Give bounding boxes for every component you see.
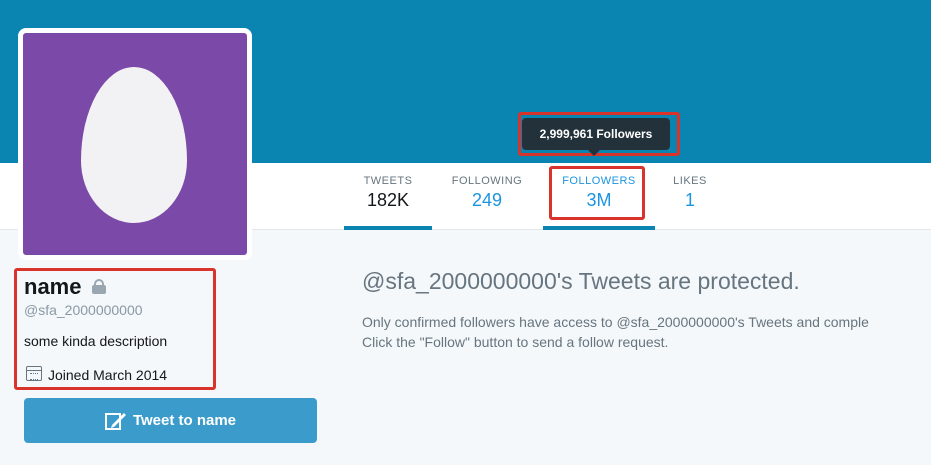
- stat-following[interactable]: FOLLOWING 249: [445, 175, 529, 211]
- stat-following-value: 249: [471, 190, 503, 210]
- follow-request-instructions: Click the "Follow" button to send a foll…: [362, 334, 669, 350]
- followers-tooltip: 2,999,961 Followers: [522, 118, 670, 150]
- tweet-to-button-label: Tweet to name: [132, 412, 237, 429]
- lock-icon: [92, 279, 106, 294]
- tweet-to-button[interactable]: Tweet to name: [24, 398, 317, 443]
- stat-likes-label: LIKES: [673, 175, 707, 187]
- tooltip-arrow: [588, 150, 600, 156]
- profile-handle[interactable]: @sfa_2000000000: [24, 302, 143, 318]
- protected-tweets-message: Only confirmed followers have access to …: [362, 314, 869, 330]
- profile-name[interactable]: name: [24, 274, 81, 300]
- stat-tweets[interactable]: TWEETS 182K: [356, 175, 420, 211]
- default-egg-icon: [81, 67, 187, 223]
- stat-likes-value: 1: [684, 190, 695, 210]
- calendar-icon: [26, 366, 42, 381]
- protected-tweets-title: @sfa_2000000000's Tweets are protected.: [362, 268, 800, 294]
- followers-tab-underline: [543, 226, 655, 230]
- stat-following-label: FOLLOWING: [451, 175, 523, 187]
- profile-joined-date: Joined March 2014: [48, 367, 168, 383]
- profile-bio: some kinda description: [24, 333, 168, 349]
- stat-tweets-label: TWEETS: [363, 175, 413, 187]
- compose-quill-icon: [104, 412, 126, 430]
- followers-highlight-box: [549, 166, 645, 220]
- tweets-tab-underline: [344, 226, 432, 230]
- stat-tweets-value: 182K: [366, 190, 410, 210]
- stat-likes[interactable]: LIKES 1: [668, 175, 712, 211]
- profile-avatar[interactable]: [18, 28, 252, 260]
